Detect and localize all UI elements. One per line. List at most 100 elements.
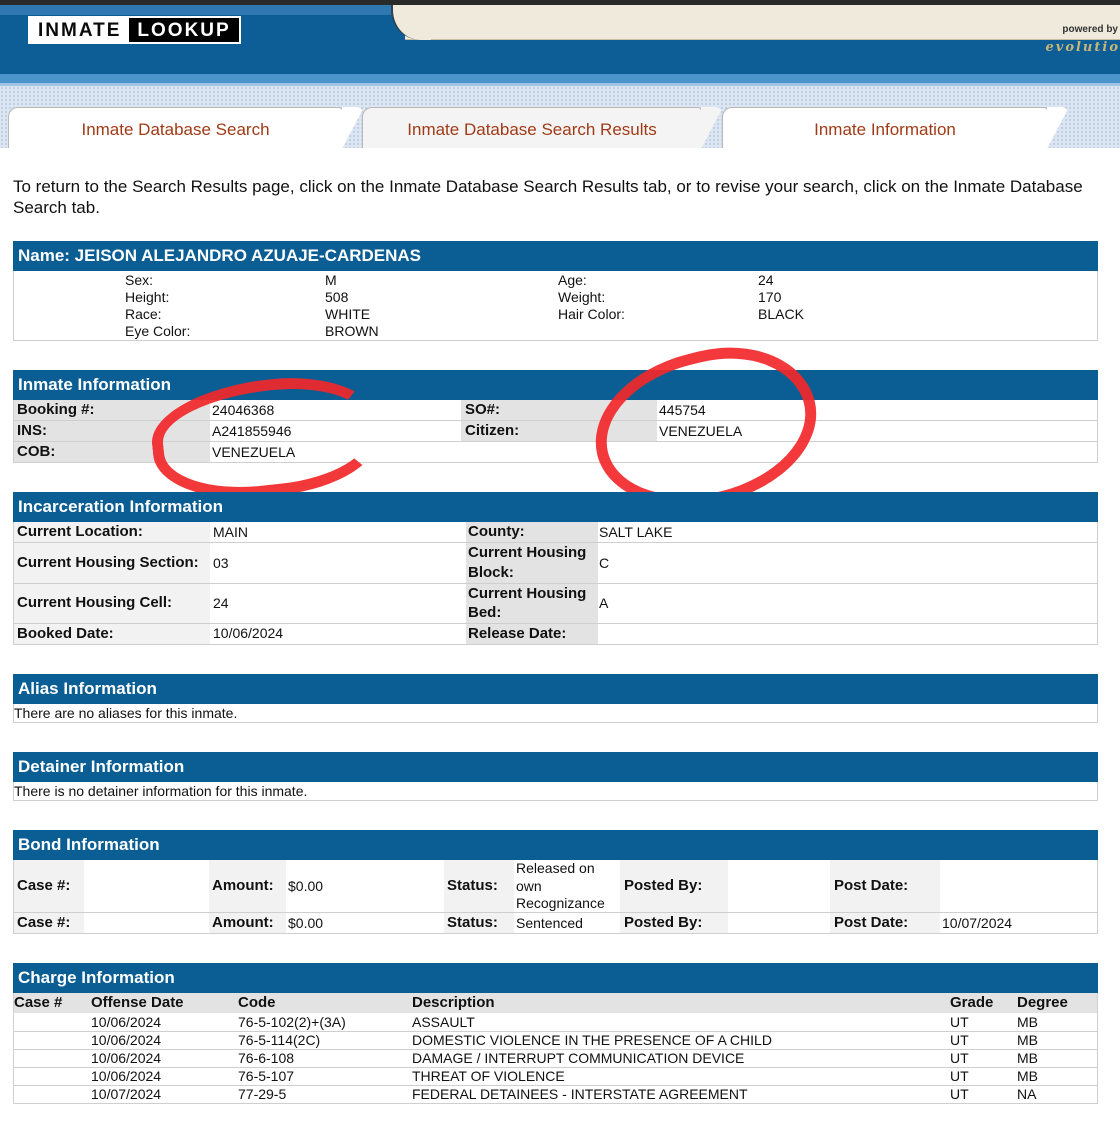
housing-section-label: Current Housing Section: bbox=[17, 554, 199, 571]
charge-degree: MB bbox=[1017, 1032, 1038, 1048]
ins-label: INS: bbox=[17, 422, 47, 439]
bond-case-label: Case #: bbox=[17, 914, 71, 931]
bond-status-value: Released on bbox=[516, 860, 595, 876]
housing-bed-label-2: Bed: bbox=[468, 604, 502, 621]
bond-status-value-3: Recognizance bbox=[516, 895, 605, 911]
row-divider bbox=[14, 623, 1097, 624]
cob-label: COB: bbox=[17, 443, 56, 460]
charge-grade: UT bbox=[950, 1032, 969, 1048]
bond-case-label: Case #: bbox=[17, 877, 71, 894]
row-divider bbox=[14, 583, 1097, 584]
banner-right-panel bbox=[391, 5, 1120, 40]
booking-label: Booking #: bbox=[17, 401, 95, 418]
citizen-label: Citizen: bbox=[465, 422, 520, 439]
charge-date: 10/06/2024 bbox=[91, 1032, 162, 1048]
tab-inmate-information[interactable]: Inmate Information bbox=[722, 107, 1069, 149]
so-label: SO#: bbox=[465, 401, 501, 418]
charge-code: 76-5-114(2C) bbox=[238, 1032, 321, 1048]
charge-date: 10/07/2024 bbox=[91, 1086, 162, 1102]
tab-inmate-database-search[interactable]: Inmate Database Search bbox=[8, 107, 364, 149]
tab-label: Inmate Database Search bbox=[81, 120, 270, 139]
row-divider bbox=[14, 542, 1097, 543]
bond-post-date-label: Post Date: bbox=[834, 877, 909, 894]
bond-amount-value: $0.00 bbox=[288, 878, 324, 894]
logo-word-inmate: INMATE bbox=[30, 18, 130, 42]
top-banner: INMATE LOOKUP powered by evolutio bbox=[0, 0, 1120, 74]
detainer-header: Detainer Information bbox=[13, 752, 1098, 782]
bond-amount-label: Amount: bbox=[212, 877, 274, 894]
county-label: County: bbox=[468, 523, 525, 540]
charge-code: 77-29-5 bbox=[238, 1086, 287, 1102]
weight-label: Weight: bbox=[558, 289, 606, 305]
hair-color-label: Hair Color: bbox=[558, 306, 625, 322]
col-offense-date: Offense Date bbox=[91, 994, 184, 1011]
bond-status-label: Status: bbox=[447, 877, 498, 894]
sex-label: Sex: bbox=[125, 272, 154, 288]
bond-header: Bond Information bbox=[13, 830, 1098, 860]
charge-grade: UT bbox=[950, 1068, 969, 1084]
alias-message: There are no aliases for this inmate. bbox=[14, 705, 238, 721]
name-header: Name: JEISON ALEJANDRO AZUAJE-CARDENAS bbox=[13, 241, 1098, 271]
charge-date: 10/06/2024 bbox=[91, 1068, 162, 1084]
powered-by-label: powered by bbox=[1062, 24, 1118, 35]
release-date-label: Release Date: bbox=[468, 625, 567, 642]
alias-header: Alias Information bbox=[13, 674, 1098, 704]
tab-label: Inmate Information bbox=[814, 120, 956, 139]
charge-grade: UT bbox=[950, 1086, 969, 1102]
charge-code: 76-6-108 bbox=[238, 1050, 295, 1066]
charge-header: Charge Information bbox=[13, 963, 1098, 993]
col-case: Case # bbox=[14, 994, 63, 1011]
booked-date-label: Booked Date: bbox=[17, 625, 114, 642]
height-value: 508 bbox=[325, 289, 349, 305]
name-details: Sex: M Height: 508 Race: WHITE Eye Color… bbox=[13, 271, 1098, 341]
bond-posted-by-label: Posted By: bbox=[624, 914, 703, 931]
logo-word-lookup: LOOKUP bbox=[129, 18, 239, 42]
charge-description: ASSAULT bbox=[412, 1014, 475, 1030]
charge-degree: MB bbox=[1017, 1050, 1038, 1066]
race-label: Race: bbox=[125, 306, 162, 322]
charge-description: THREAT OF VIOLENCE bbox=[412, 1068, 565, 1084]
eye-color-value: BROWN bbox=[325, 323, 379, 339]
hair-color-value: BLACK bbox=[758, 306, 804, 322]
evolution-brand-logo: evolutio bbox=[1045, 40, 1120, 55]
charge-degree: NA bbox=[1017, 1086, 1037, 1102]
charge-code: 76-5-107 bbox=[238, 1068, 295, 1084]
tab-inmate-database-search-results[interactable]: Inmate Database Search Results bbox=[362, 107, 723, 149]
charge-grade: UT bbox=[950, 1014, 969, 1030]
housing-cell-label: Current Housing Cell: bbox=[17, 594, 173, 611]
height-label: Height: bbox=[125, 289, 170, 305]
incarceration-box: Current Location: MAIN Current Housing S… bbox=[13, 522, 1098, 645]
col-grade: Grade bbox=[950, 994, 994, 1011]
bond-box: Case #: Amount: $0.00 Status: Released o… bbox=[13, 860, 1098, 934]
charge-description: FEDERAL DETAINEES - INTERSTATE AGREEMENT bbox=[412, 1086, 748, 1102]
housing-block-label-2: Block: bbox=[468, 564, 514, 581]
alias-box: There are no aliases for this inmate. bbox=[13, 704, 1098, 723]
housing-block-label: Current Housing bbox=[468, 544, 587, 561]
age-value: 24 bbox=[758, 272, 774, 288]
charge-code: 76-5-102(2)+(3A) bbox=[238, 1014, 346, 1030]
intro-text: To return to the Search Results page, cl… bbox=[13, 177, 1083, 217]
eye-color-label: Eye Color: bbox=[125, 323, 191, 339]
bond-status-value: Sentenced bbox=[516, 915, 583, 931]
charge-description: DOMESTIC VIOLENCE IN THE PRESENCE OF A C… bbox=[412, 1032, 772, 1048]
current-location-value: MAIN bbox=[213, 524, 248, 540]
charge-grade: UT bbox=[950, 1050, 969, 1066]
inmate-lookup-logo[interactable]: INMATE LOOKUP bbox=[28, 16, 241, 44]
col-description: Description bbox=[412, 994, 495, 1011]
current-location-label: Current Location: bbox=[17, 523, 143, 540]
charge-date: 10/06/2024 bbox=[91, 1014, 162, 1030]
bond-post-date-value: 10/07/2024 bbox=[942, 915, 1013, 931]
bond-status-value-2: own bbox=[516, 878, 542, 894]
charge-date: 10/06/2024 bbox=[91, 1050, 162, 1066]
detainer-message: There is no detainer information for thi… bbox=[14, 783, 308, 799]
tab-label: Inmate Database Search Results bbox=[407, 120, 657, 139]
bond-post-date-label: Post Date: bbox=[834, 914, 909, 931]
bond-amount-value: $0.00 bbox=[288, 915, 324, 931]
row-divider bbox=[14, 912, 1097, 913]
housing-section-value: 03 bbox=[213, 555, 229, 571]
header-stripe bbox=[0, 74, 1120, 86]
incarceration-header: Incarceration Information bbox=[13, 492, 1098, 522]
col-degree: Degree bbox=[1017, 994, 1068, 1011]
sex-value: M bbox=[325, 272, 337, 288]
bond-status-label: Status: bbox=[447, 914, 498, 931]
